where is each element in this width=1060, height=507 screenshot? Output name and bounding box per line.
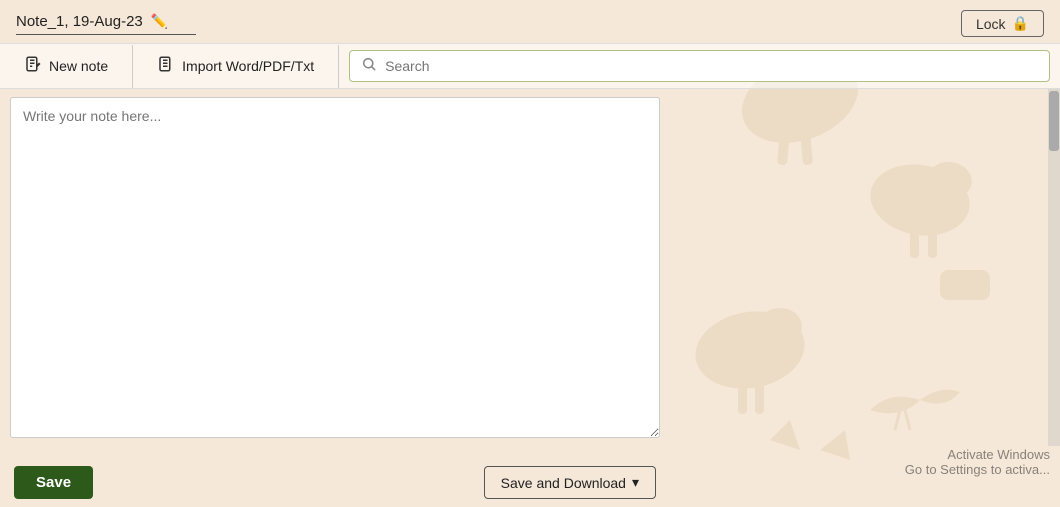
lock-icon: 🔒 [1012, 15, 1029, 32]
toolbar-row: New note Import Word/PDF/Txt [0, 43, 1060, 89]
save-button[interactable]: Save [14, 466, 93, 499]
note-title-area: Note_1, 19-Aug-23 ✏️ [16, 13, 196, 35]
save-download-button[interactable]: Save and Download ▾ [484, 466, 656, 499]
import-button[interactable]: Import Word/PDF/Txt [133, 45, 339, 88]
new-note-icon [24, 55, 42, 78]
right-panel [670, 89, 1060, 446]
top-bar: Note_1, 19-Aug-23 ✏️ Lock 🔒 [0, 0, 1060, 43]
edit-icon[interactable]: ✏️ [151, 13, 168, 30]
content-area [0, 89, 1060, 446]
activate-windows-watermark: Activate Windows Go to Settings to activ… [905, 447, 1050, 477]
right-scrollbar[interactable] [1048, 89, 1060, 446]
new-note-button[interactable]: New note [0, 45, 133, 88]
lock-button[interactable]: Lock 🔒 [961, 10, 1044, 37]
note-editor-panel [0, 89, 670, 446]
note-title: Note_1, 19-Aug-23 [16, 13, 143, 30]
new-note-label: New note [49, 58, 108, 74]
scrollbar-thumb[interactable] [1049, 91, 1059, 151]
save-label: Save [36, 474, 71, 491]
lock-label: Lock [976, 16, 1006, 32]
search-box [349, 50, 1050, 82]
search-input[interactable] [385, 58, 1037, 74]
search-icon [362, 57, 377, 75]
activate-windows-line2: Go to Settings to activa... [905, 462, 1050, 477]
search-area [339, 44, 1060, 88]
activate-windows-line1: Activate Windows [905, 447, 1050, 462]
footer-bar: Save Save and Download ▾ [0, 458, 670, 507]
import-label: Import Word/PDF/Txt [182, 58, 314, 74]
save-download-label: Save and Download [501, 475, 626, 491]
import-icon [157, 55, 175, 78]
chevron-down-icon: ▾ [632, 474, 639, 491]
note-textarea[interactable] [10, 97, 660, 438]
